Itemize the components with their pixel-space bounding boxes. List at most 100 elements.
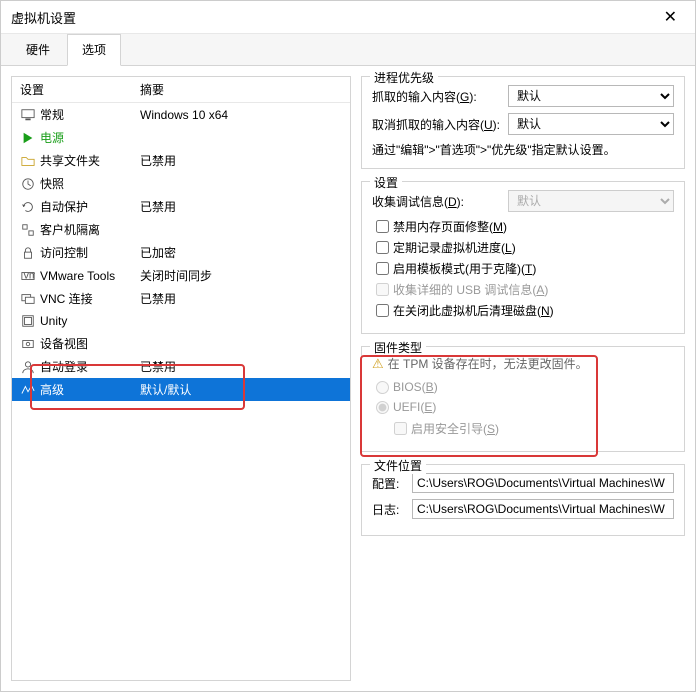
list-header: 设置 摘要 xyxy=(12,77,350,103)
advanced-icon xyxy=(20,382,36,398)
warning-text: 在 TPM 设备存在时，无法更改固件。 xyxy=(388,355,588,372)
row-summary: 已禁用 xyxy=(140,198,342,215)
config-label: 配置: xyxy=(372,475,406,492)
row-power[interactable]: 电源 xyxy=(12,126,350,149)
row-summary: Windows 10 x64 xyxy=(140,108,342,122)
lock-icon xyxy=(20,245,36,261)
row-auto-login[interactable]: 自动登录 已禁用 xyxy=(12,355,350,378)
row-label: 设备视图 xyxy=(40,335,140,352)
cb-usb-debug xyxy=(376,283,389,296)
play-icon xyxy=(20,130,36,146)
row-summary: 默认/默认 xyxy=(140,381,342,398)
tab-strip: 硬件 选项 xyxy=(1,34,695,66)
row-label: 访问控制 xyxy=(40,244,140,261)
row-label: VMware Tools xyxy=(40,269,140,283)
group-title: 设置 xyxy=(370,174,402,191)
radio-label: BIOS(B) xyxy=(393,380,438,394)
group-process-priority: 进程优先级 抓取的输入内容(G): 默认 取消抓取的输入内容(U): 默认 通过… xyxy=(361,76,685,169)
row-label: 常规 xyxy=(40,106,140,123)
grab-input-label: 抓取的输入内容(G): xyxy=(372,88,502,105)
row-vmware-tools[interactable]: vm VMware Tools 关闭时间同步 xyxy=(12,264,350,287)
group-title: 进程优先级 xyxy=(370,69,438,86)
firmware-warning: ⚠ 在 TPM 设备存在时，无法更改固件。 xyxy=(372,355,674,372)
row-unity[interactable]: Unity xyxy=(12,310,350,332)
tab-options[interactable]: 选项 xyxy=(67,34,121,66)
monitor-icon xyxy=(20,107,36,123)
folder-icon xyxy=(20,153,36,169)
cb-label: 启用安全引导(S) xyxy=(411,420,499,437)
row-summary: 已禁用 xyxy=(140,290,342,307)
config-path-input[interactable] xyxy=(412,473,674,493)
vnc-icon xyxy=(20,291,36,307)
group-file-location: 文件位置 配置: 日志: xyxy=(361,464,685,536)
row-summary: 已禁用 xyxy=(140,358,342,375)
row-guest-isolation[interactable]: 客户机隔离 xyxy=(12,218,350,241)
row-label: 快照 xyxy=(40,175,140,192)
row-vnc[interactable]: VNC 连接 已禁用 xyxy=(12,287,350,310)
row-shared-folders[interactable]: 共享文件夹 已禁用 xyxy=(12,149,350,172)
row-snapshot[interactable]: 快照 xyxy=(12,172,350,195)
row-label: 自动保护 xyxy=(40,198,140,215)
row-label: 共享文件夹 xyxy=(40,152,140,169)
group-title: 文件位置 xyxy=(370,457,426,474)
row-summary: 已禁用 xyxy=(140,152,342,169)
log-path-input[interactable] xyxy=(412,499,674,519)
cb-disable-memtrim[interactable] xyxy=(376,220,389,233)
cb-label: 在关闭此虚拟机后清理磁盘(N) xyxy=(393,302,554,319)
warning-icon: ⚠ xyxy=(372,356,384,372)
row-summary: 已加密 xyxy=(140,244,342,261)
row-label: Unity xyxy=(40,314,140,328)
cb-label: 启用模板模式(用于克隆)(T) xyxy=(393,260,536,277)
settings-list-panel: 设置 摘要 常规 Windows 10 x64 电源 共享文件夹 已禁用 xyxy=(11,76,351,681)
row-label: 高级 xyxy=(40,381,140,398)
row-advanced[interactable]: 高级 默认/默认 xyxy=(12,378,350,401)
debug-info-label: 收集调试信息(D): xyxy=(372,193,502,210)
cb-clean-disk[interactable] xyxy=(376,304,389,317)
isolation-icon xyxy=(20,222,36,238)
cb-label: 收集详细的 USB 调试信息(A) xyxy=(393,281,548,298)
list-body: 常规 Windows 10 x64 电源 共享文件夹 已禁用 快照 xyxy=(12,103,350,680)
priority-note: 通过"编辑">"首选项">"优先级"指定默认设置。 xyxy=(372,141,674,158)
debug-info-select[interactable]: 默认 xyxy=(508,190,674,212)
row-label: 客户机隔离 xyxy=(40,221,140,238)
row-label: 自动登录 xyxy=(40,358,140,375)
row-label: VNC 连接 xyxy=(40,290,140,307)
cb-template-mode[interactable] xyxy=(376,262,389,275)
radio-bios xyxy=(376,381,389,394)
radio-uefi xyxy=(376,401,389,414)
close-icon[interactable]: ✕ xyxy=(656,7,685,27)
clock-icon xyxy=(20,176,36,192)
radio-label: UEFI(E) xyxy=(393,400,436,414)
group-title: 固件类型 xyxy=(370,339,426,356)
cb-label: 禁用内存页面修整(M) xyxy=(393,218,507,235)
svg-text:vm: vm xyxy=(24,269,35,281)
row-label: 电源 xyxy=(40,129,140,146)
row-summary: 关闭时间同步 xyxy=(140,267,342,284)
log-label: 日志: xyxy=(372,501,406,518)
refresh-icon xyxy=(20,199,36,215)
window-title: 虚拟机设置 xyxy=(11,8,76,27)
header-setting: 设置 xyxy=(20,81,140,98)
unity-icon xyxy=(20,313,36,329)
vmware-icon: vm xyxy=(20,268,36,284)
cb-log-progress[interactable] xyxy=(376,241,389,254)
cb-secure-boot xyxy=(394,422,407,435)
user-icon xyxy=(20,359,36,375)
titlebar: 虚拟机设置 ✕ xyxy=(1,1,695,34)
row-general[interactable]: 常规 Windows 10 x64 xyxy=(12,103,350,126)
detail-panel: 进程优先级 抓取的输入内容(G): 默认 取消抓取的输入内容(U): 默认 通过… xyxy=(361,76,685,681)
cb-label: 定期记录虚拟机进度(L) xyxy=(393,239,516,256)
group-settings: 设置 收集调试信息(D): 默认 禁用内存页面修整(M) 定期记录虚拟机进度(L… xyxy=(361,181,685,334)
content-area: 设置 摘要 常规 Windows 10 x64 电源 共享文件夹 已禁用 xyxy=(1,66,695,691)
row-access-control[interactable]: 访问控制 已加密 xyxy=(12,241,350,264)
ungrab-input-select[interactable]: 默认 xyxy=(508,113,674,135)
row-auto-protect[interactable]: 自动保护 已禁用 xyxy=(12,195,350,218)
grab-input-select[interactable]: 默认 xyxy=(508,85,674,107)
tab-hardware[interactable]: 硬件 xyxy=(11,34,65,65)
row-device-view[interactable]: 设备视图 xyxy=(12,332,350,355)
group-firmware: 固件类型 ⚠ 在 TPM 设备存在时，无法更改固件。 BIOS(B) UEFI(… xyxy=(361,346,685,452)
settings-window: 虚拟机设置 ✕ 硬件 选项 设置 摘要 常规 Windows 10 x64 电源 xyxy=(0,0,696,692)
device-icon xyxy=(20,336,36,352)
ungrab-input-label: 取消抓取的输入内容(U): xyxy=(372,116,502,133)
header-summary: 摘要 xyxy=(140,81,342,98)
